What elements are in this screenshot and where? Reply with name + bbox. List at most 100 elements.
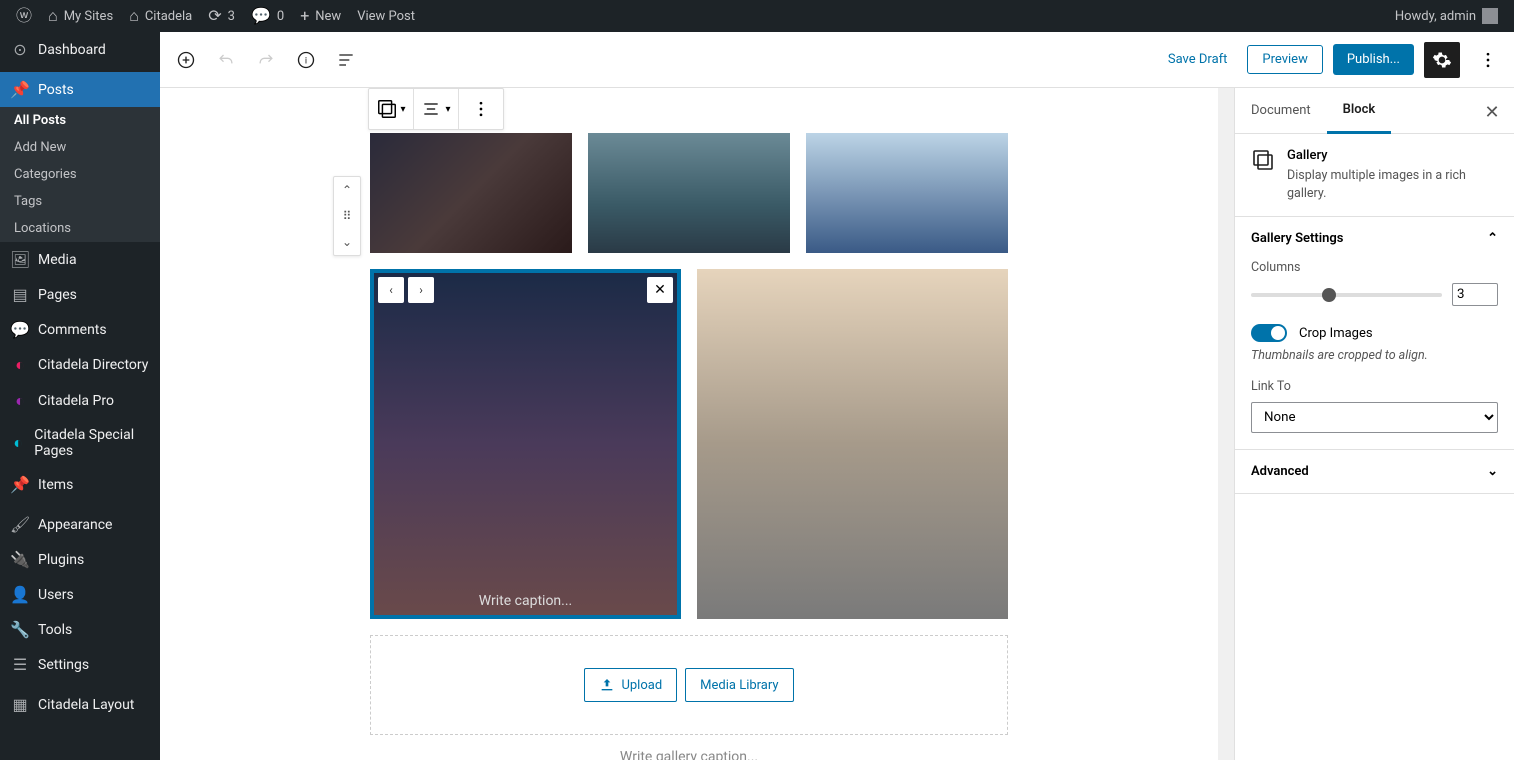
preview-button[interactable]: Preview — [1247, 45, 1322, 74]
plus-icon: + — [300, 8, 309, 24]
sidebar-item-appearance[interactable]: 🖌Appearance — [0, 507, 160, 542]
home-icon: ⌂ — [129, 8, 139, 24]
layout-icon: ▦ — [10, 695, 30, 714]
alignment-button[interactable]: ▾ — [418, 93, 454, 125]
admin-sidebar: ⊙Dashboard 📌Posts All Posts Add New Cate… — [0, 32, 160, 760]
my-account[interactable]: Howdy, admin — [1387, 0, 1506, 32]
sidebar-item-dashboard[interactable]: ⊙Dashboard — [0, 32, 160, 67]
gallery-block[interactable]: ‹ › ✕ Write caption... Upload — [369, 132, 1009, 760]
comments[interactable]: 💬0 — [243, 0, 292, 32]
sidebar-item-label: Pages — [38, 287, 77, 303]
site-name[interactable]: ⌂ Citadela — [121, 0, 200, 32]
gallery-image-selected[interactable]: ‹ › ✕ Write caption... — [370, 269, 681, 619]
comment-icon: 💬 — [251, 8, 271, 24]
scrollbar[interactable] — [1218, 88, 1234, 760]
submenu-all-posts[interactable]: All Posts — [0, 107, 160, 134]
block-type-button[interactable]: ▾ — [373, 93, 409, 125]
link-to-select[interactable]: None — [1251, 402, 1498, 433]
editor-header: i Save Draft Preview Publish... — [160, 32, 1514, 88]
site-name-label: Citadela — [145, 9, 192, 24]
move-down-button[interactable]: ⌄ — [334, 229, 360, 255]
submenu-add-new[interactable]: Add New — [0, 134, 160, 161]
sidebar-item-posts[interactable]: 📌Posts — [0, 72, 160, 107]
chevron-down-icon: ⌄ — [1487, 464, 1498, 479]
gallery-caption-input[interactable]: Write gallery caption... — [370, 735, 1008, 760]
redo-button[interactable] — [248, 42, 284, 78]
submenu-locations[interactable]: Locations — [0, 215, 160, 242]
panel-toggle-gallery-settings[interactable]: Gallery Settings ⌃ — [1235, 217, 1514, 260]
upload-button[interactable]: Upload — [584, 668, 677, 702]
sidebar-item-label: Media — [38, 252, 77, 268]
sidebar-item-label: Citadela Special Pages — [34, 427, 150, 459]
columns-input[interactable] — [1452, 283, 1498, 306]
citadela-icon: ◐ — [10, 355, 30, 375]
move-up-button[interactable]: ⌃ — [334, 177, 360, 203]
sidebar-item-users[interactable]: 👤Users — [0, 577, 160, 612]
settings-sidebar: Document Block ✕ Gallery Display multipl… — [1234, 88, 1514, 760]
settings-toggle-button[interactable] — [1424, 42, 1460, 78]
media-icon: 🖼 — [10, 250, 30, 269]
gallery-image[interactable] — [697, 269, 1008, 619]
howdy-label: Howdy, admin — [1395, 9, 1476, 24]
content-structure-button[interactable]: i — [288, 42, 324, 78]
block-navigation-button[interactable] — [328, 42, 364, 78]
drag-handle[interactable]: ⠿ — [334, 203, 360, 229]
image-move-right-button[interactable]: › — [408, 277, 434, 303]
image-remove-button[interactable]: ✕ — [647, 277, 673, 303]
sidebar-item-comments[interactable]: 💬Comments — [0, 312, 160, 347]
sidebar-item-label: Citadela Pro — [38, 393, 114, 409]
sidebar-item-items[interactable]: 📌Items — [0, 467, 160, 502]
block-movers: ⌃ ⠿ ⌄ — [333, 176, 361, 256]
media-library-button[interactable]: Media Library — [685, 668, 793, 702]
gallery-image[interactable] — [370, 133, 572, 253]
add-block-button[interactable] — [168, 42, 204, 78]
columns-slider[interactable] — [1251, 293, 1442, 297]
sidebar-item-citadela-pro[interactable]: ◐ Citadela Pro — [0, 383, 160, 419]
wp-logo[interactable]: ⓦ — [8, 0, 40, 32]
panel-toggle-advanced[interactable]: Advanced ⌄ — [1235, 450, 1514, 493]
sidebar-item-tools[interactable]: 🔧Tools — [0, 612, 160, 647]
gallery-image[interactable] — [588, 133, 790, 253]
submenu-tags[interactable]: Tags — [0, 188, 160, 215]
sidebar-item-media[interactable]: 🖼 Media — [0, 242, 160, 277]
sidebar-item-settings[interactable]: ☰Settings — [0, 647, 160, 682]
posts-submenu: All Posts Add New Categories Tags Locati… — [0, 107, 160, 242]
block-more-button[interactable] — [463, 93, 499, 125]
refresh-icon: ⟳ — [208, 8, 221, 24]
close-settings-button[interactable]: ✕ — [1478, 98, 1506, 126]
undo-button[interactable] — [208, 42, 244, 78]
wrench-icon: 🔧 — [10, 620, 30, 639]
view-post-label: View Post — [357, 9, 415, 24]
gallery-icon — [1251, 148, 1275, 172]
link-to-label: Link To — [1251, 379, 1498, 394]
sidebar-item-citadela-special[interactable]: ◐Citadela Special Pages — [0, 419, 160, 467]
panel-title: Advanced — [1251, 464, 1309, 479]
more-menu-button[interactable] — [1470, 42, 1506, 78]
save-draft-button[interactable]: Save Draft — [1158, 46, 1238, 73]
editor-canvas[interactable]: ⌃ ⠿ ⌄ ▾ ▾ — [160, 88, 1218, 760]
image-move-left-button[interactable]: ‹ — [378, 277, 404, 303]
view-post[interactable]: View Post — [349, 0, 423, 32]
my-sites[interactable]: ⌂ My Sites — [40, 0, 121, 32]
gallery-drop-area[interactable]: Upload Media Library — [370, 635, 1008, 735]
my-sites-label: My Sites — [64, 9, 113, 24]
tab-document[interactable]: Document — [1235, 89, 1327, 132]
sidebar-item-label: Items — [38, 477, 73, 493]
citadela-icon: ◐ — [10, 391, 30, 411]
crop-images-toggle[interactable] — [1251, 324, 1287, 342]
publish-button[interactable]: Publish... — [1333, 44, 1414, 75]
image-caption-input[interactable]: Write caption... — [370, 593, 681, 609]
svg-text:i: i — [305, 56, 307, 66]
sidebar-item-label: Users — [38, 587, 74, 603]
sidebar-item-citadela-directory[interactable]: ◐Citadela Directory — [0, 347, 160, 383]
sidebar-item-plugins[interactable]: 🔌Plugins — [0, 542, 160, 577]
sidebar-item-citadela-layout[interactable]: ▦Citadela Layout — [0, 687, 160, 722]
sidebar-item-pages[interactable]: ▤Pages — [0, 277, 160, 312]
updates[interactable]: ⟳3 — [200, 0, 243, 32]
block-card-description: Display multiple images in a rich galler… — [1287, 167, 1498, 202]
sites-icon: ⌂ — [48, 8, 58, 24]
gallery-image[interactable] — [806, 133, 1008, 253]
new-content[interactable]: +New — [292, 0, 349, 32]
tab-block[interactable]: Block — [1327, 88, 1392, 134]
submenu-categories[interactable]: Categories — [0, 161, 160, 188]
